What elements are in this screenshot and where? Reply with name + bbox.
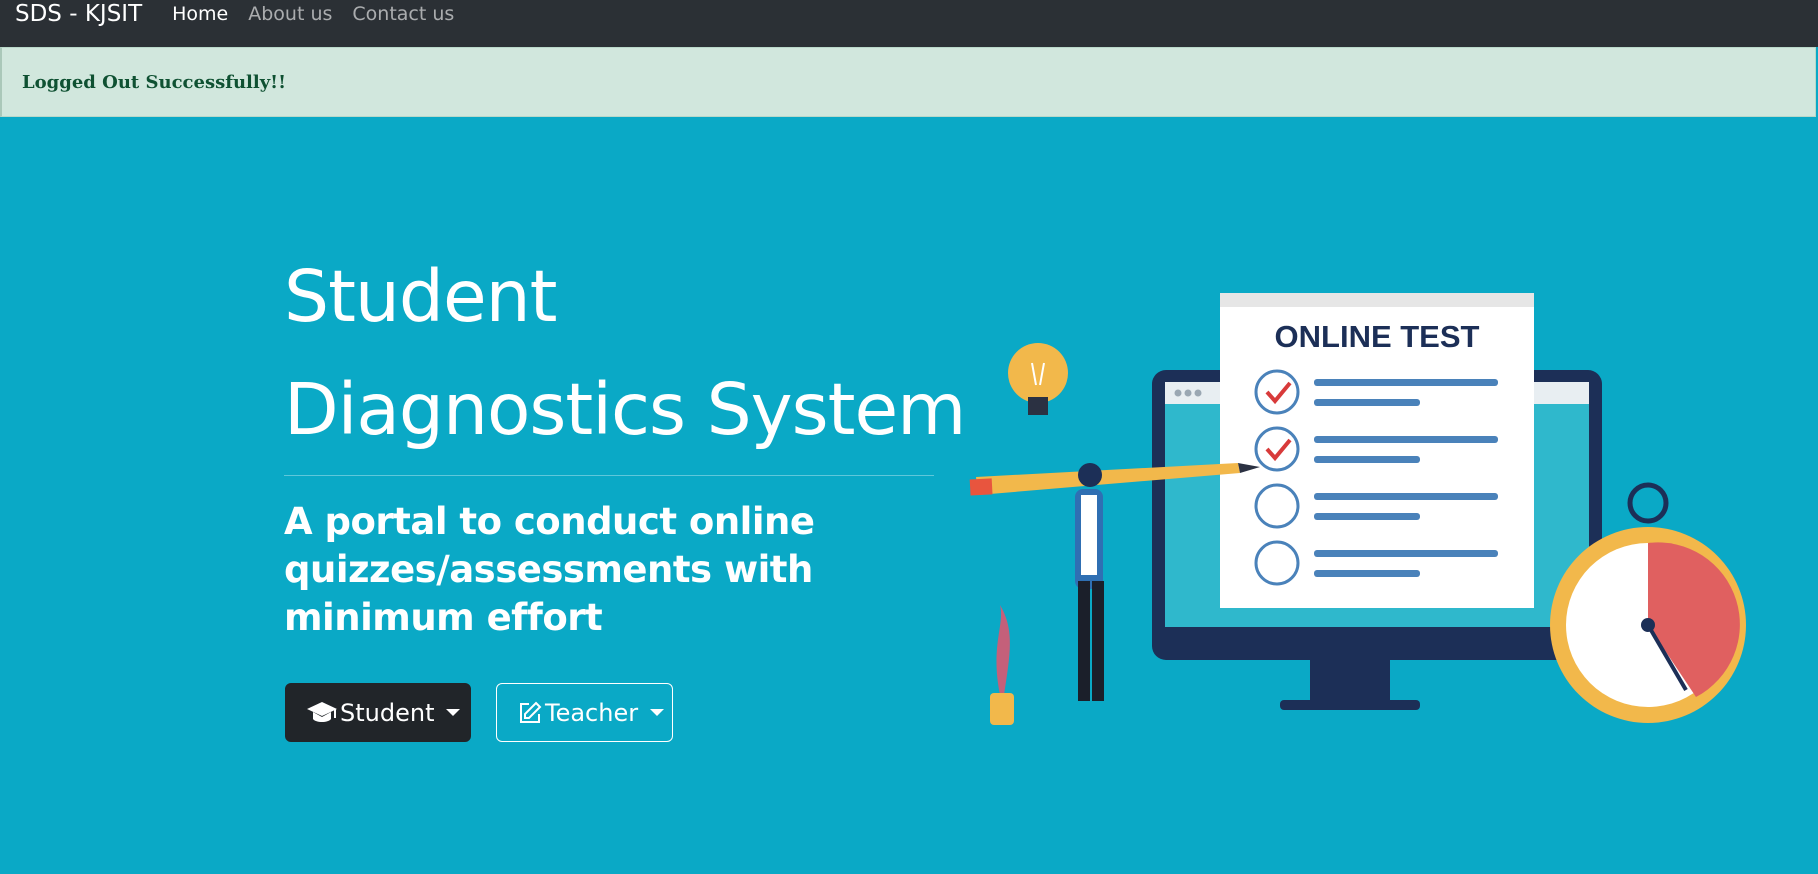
- logout-alert: Logged Out Successfully!!: [0, 47, 1816, 117]
- student-dropdown-button[interactable]: Student: [285, 683, 471, 742]
- chevron-down-icon: [650, 709, 665, 716]
- nav-links: Home About us Contact us: [172, 0, 474, 28]
- teacher-button-label: Teacher: [545, 698, 639, 727]
- alert-message: Logged Out Successfully!!: [22, 71, 286, 93]
- nav-about[interactable]: About us: [248, 0, 332, 28]
- teacher-dropdown-button[interactable]: Teacher: [496, 683, 673, 742]
- hero-title-line2: Diagnostics System: [284, 368, 966, 451]
- person-figure: [1075, 463, 1104, 701]
- chevron-down-icon: [446, 709, 461, 716]
- navbar: SDS - KJSIT Home About us Contact us: [0, 0, 1818, 47]
- online-test-heading: ONLINE TEST: [1275, 319, 1480, 354]
- graduation-cap-icon: [306, 700, 338, 726]
- hero-title-line1: Student: [284, 255, 558, 338]
- hero-divider: [284, 475, 934, 476]
- brand-link[interactable]: SDS - KJSIT: [15, 0, 142, 28]
- online-test-illustration: ONLINE TEST: [969, 293, 1746, 725]
- nav-home[interactable]: Home: [172, 0, 228, 28]
- hero-title: Student Diagnostics System: [284, 240, 966, 466]
- lightbulb-icon: [1008, 343, 1068, 415]
- hero-subtitle: A portal to conduct online quizzes/asses…: [284, 500, 815, 639]
- plant-icon: [990, 605, 1014, 725]
- nav-contact[interactable]: Contact us: [352, 0, 454, 28]
- edit-icon: [517, 700, 543, 726]
- student-button-label: Student: [340, 698, 435, 727]
